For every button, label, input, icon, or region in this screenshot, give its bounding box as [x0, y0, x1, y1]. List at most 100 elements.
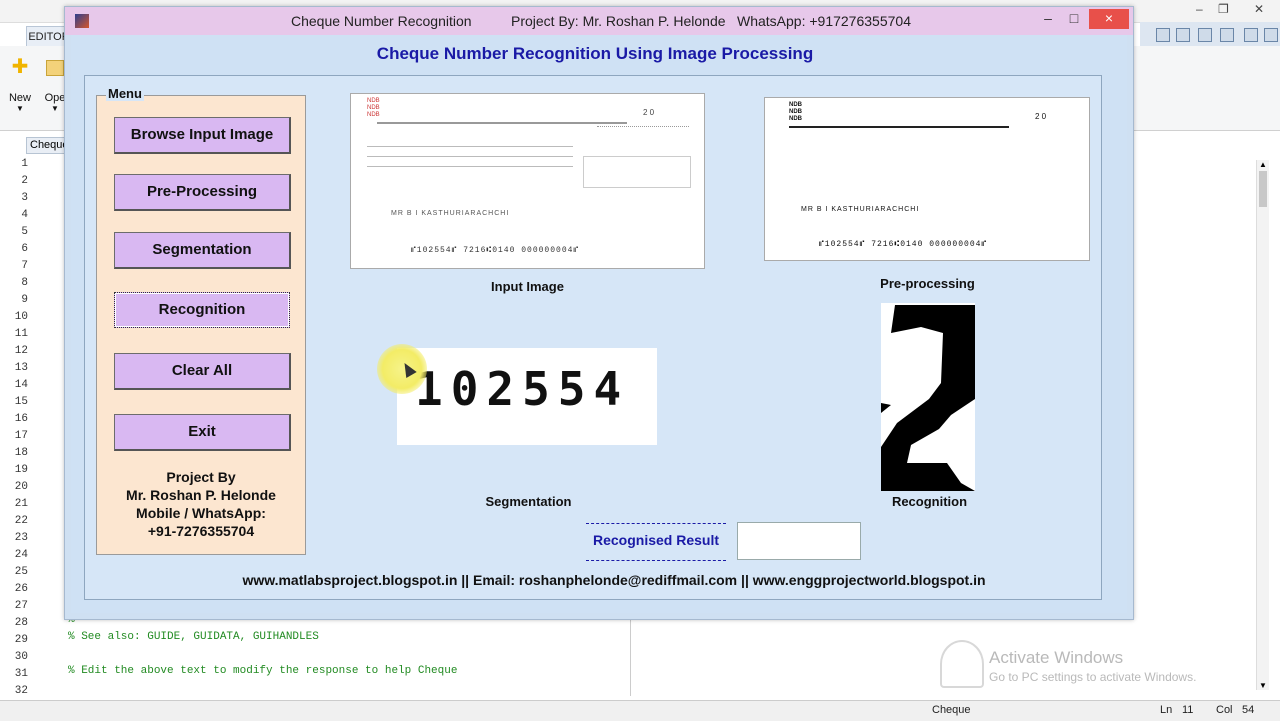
project-by-line: Mr. Roshan P. Helonde [126, 487, 276, 503]
chevron-down-icon: ▼ [51, 104, 59, 113]
line-number: 5 [21, 226, 28, 238]
line-number: 29 [14, 634, 28, 646]
minimize-icon[interactable]: – [1196, 2, 1203, 16]
recognition-button[interactable]: Recognition [114, 292, 290, 328]
open-button[interactable]: Ope ▼ [44, 56, 66, 113]
line-number: 20 [14, 481, 28, 493]
cheque-payee: MR B I KASTHURIARACHCHI [391, 210, 510, 217]
editor-window-controls: – ❐ ✕ [1180, 2, 1280, 18]
code-line[interactable]: % Edit the above text to modify the resp… [68, 665, 457, 677]
line-number: 15 [14, 396, 28, 408]
figure-titlebar[interactable]: Cheque Number Recognition Project By: Mr… [65, 7, 1133, 35]
status-col-value: 54 [1242, 704, 1255, 716]
window-icon[interactable] [1198, 28, 1212, 42]
help-icon[interactable] [1220, 28, 1234, 42]
project-by-line: +91-7276355704 [147, 523, 255, 539]
browse-input-image-button[interactable]: Browse Input Image [114, 117, 291, 154]
page-title: Cheque Number Recognition Using Image Pr… [376, 44, 814, 63]
undo-icon[interactable] [1156, 28, 1170, 42]
cheque-date: 2 0 [1035, 112, 1047, 121]
bank-logo: NDB NDB NDB [367, 98, 380, 119]
line-number: 31 [14, 668, 28, 680]
preprocessing-axes: NDB NDB NDB 2 0 MR B I KASTHURIARACHCHI … [764, 97, 1090, 261]
redo-icon[interactable] [1176, 28, 1190, 42]
line-number: 1 [21, 158, 28, 170]
chevron-down-icon: ▼ [16, 104, 24, 113]
recognition-label: Recognition [891, 494, 968, 509]
status-col-label: Col [1216, 704, 1233, 716]
maximize-button[interactable]: □ [1061, 9, 1087, 29]
editor-divider [630, 620, 631, 696]
line-number: 19 [14, 464, 28, 476]
maximize-icon[interactable]: ❐ [1218, 2, 1229, 16]
window-project-by: Project By: Mr. Roshan P. Helonde [511, 13, 726, 29]
line-number: 3 [21, 192, 28, 204]
line-number: 7 [21, 260, 28, 272]
line-number: 24 [14, 549, 28, 561]
cheque-date-boxes [597, 118, 689, 127]
recognition-axes [881, 303, 975, 491]
project-by-info: Project By Mr. Roshan P. Helonde Mobile … [100, 468, 302, 540]
footer-links: www.matlabsproject.blogspot.in || Email:… [242, 572, 986, 588]
cheque-address-line [377, 122, 627, 124]
line-number: 9 [21, 294, 28, 306]
bank-line: NDB [367, 105, 380, 111]
line-number: 13 [14, 362, 28, 374]
line-number: 25 [14, 566, 28, 578]
new-button[interactable]: ✚ New ▼ [6, 56, 34, 113]
line-number: 23 [14, 532, 28, 544]
line-number: 26 [14, 583, 28, 595]
line-number: 32 [14, 685, 28, 697]
scroll-down-icon[interactable]: ▼ [1257, 681, 1269, 690]
matlab-logo-icon [75, 14, 89, 28]
status-ln-label: Ln [1160, 704, 1173, 716]
pre-processing-button[interactable]: Pre-Processing [114, 174, 291, 211]
line-number: 12 [14, 345, 28, 357]
chevron-down-icon[interactable] [1264, 28, 1278, 42]
activate-title: Activate Windows [989, 648, 1124, 667]
clear-all-button[interactable]: Clear All [114, 353, 291, 390]
scroll-thumb[interactable] [1259, 171, 1267, 207]
input-image-label: Input Image [491, 279, 564, 294]
line-numbers: 1 2 3 4 5 6 7 8 9 10 11 12 13 14 15 16 1… [0, 156, 40, 697]
cheque-amount-box [583, 156, 691, 188]
recognised-result-field[interactable] [737, 522, 861, 560]
line-number: 21 [14, 498, 28, 510]
project-by-line: Mobile / WhatsApp: [136, 505, 266, 521]
close-button[interactable]: × [1089, 9, 1129, 29]
bank-logo: NDB NDB NDB [789, 102, 802, 123]
bank-line: NDB [367, 112, 380, 118]
recognized-digit-image [881, 305, 975, 491]
line-number: 28 [14, 617, 28, 629]
scroll-up-icon[interactable]: ▲ [1257, 160, 1269, 169]
segmentation-button[interactable]: Segmentation [114, 232, 291, 269]
dropdown-icon[interactable] [1244, 28, 1258, 42]
line-number: 30 [14, 651, 28, 663]
exit-button[interactable]: Exit [114, 414, 291, 451]
line-number: 17 [14, 430, 28, 442]
recognised-result-label: Recognised Result [586, 523, 726, 561]
editor-scrollbar[interactable]: ▲ ▼ [1256, 160, 1269, 690]
minimize-button[interactable]: – [1035, 9, 1061, 29]
key-icon [940, 640, 984, 688]
line-number: 10 [14, 311, 28, 323]
code-line[interactable]: % See also: GUIDE, GUIDATA, GUIHANDLES [68, 631, 319, 643]
activate-windows-watermark: Activate Windows Go to PC settings to ac… [940, 640, 1240, 690]
cheque-micr: ⑈102554⑈ 7216⑆0140 000000004⑈ [411, 246, 580, 255]
cheque-date: 2 0 [643, 108, 655, 117]
line-number: 22 [14, 515, 28, 527]
activate-subtitle: Go to PC settings to activate Windows. [989, 670, 1197, 684]
input-image-axes: NDB NDB NDB 2 0 MR B I KASTHURIARACHCHI … [350, 93, 705, 269]
open-label: Ope [44, 92, 66, 104]
segmented-digits: 102554 [415, 362, 630, 416]
line-number: 14 [14, 379, 28, 391]
window-title: Cheque Number Recognition [291, 13, 472, 29]
cheque-pay-line [367, 146, 573, 147]
cheque-micr: ⑈102554⑈ 7216⑆0140 000000004⑈ [819, 240, 988, 249]
window-whatsapp: WhatsApp: +917276355704 [737, 13, 911, 29]
status-bar: Cheque Ln 11 Col 54 [0, 700, 1280, 721]
line-number: 4 [21, 209, 28, 221]
quick-access-toolbar [1140, 22, 1280, 46]
line-number: 2 [21, 175, 28, 187]
close-icon[interactable]: ✕ [1254, 2, 1264, 16]
